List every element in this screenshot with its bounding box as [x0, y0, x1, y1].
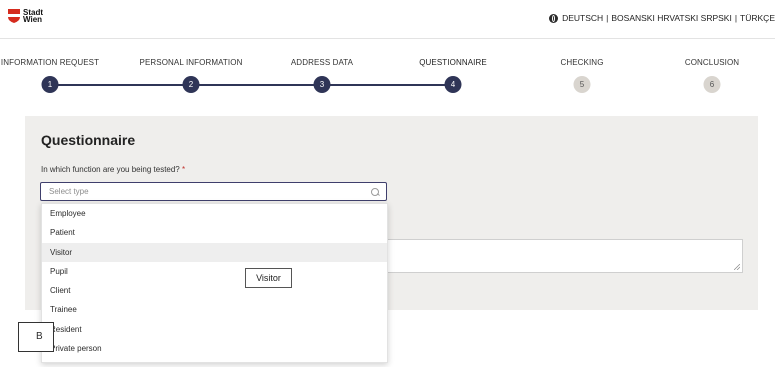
option-patient[interactable]: Patient [42, 223, 387, 242]
language-turkce[interactable]: TÜRKÇE [740, 13, 775, 23]
page-title: Questionnaire [41, 132, 136, 148]
option-employee[interactable]: Employee [42, 204, 387, 223]
step-circle-6: 6 [703, 76, 721, 93]
resize-handle-icon[interactable] [734, 264, 740, 270]
step-label-checking: CHECKING [560, 58, 604, 67]
header: Stadt Wien DEUTSCH | BOSANSKI HRVATSKI S… [0, 0, 775, 39]
step-circle-3[interactable]: 3 [313, 76, 331, 93]
comment-textarea[interactable] [385, 239, 743, 273]
option-pupil[interactable]: Pupil [42, 262, 387, 281]
option-client[interactable]: Client [42, 281, 387, 300]
option-visitor[interactable]: Visitor [42, 242, 387, 262]
stadt-wien-logo[interactable]: Stadt Wien [8, 9, 43, 24]
step-circle-4[interactable]: 4 [444, 76, 462, 93]
step-circle-1[interactable]: 1 [41, 76, 59, 93]
select-placeholder: Select type [49, 187, 89, 196]
step-label-personal-information: PERSONAL INFORMATION [139, 58, 243, 67]
step-connector-line [50, 84, 453, 86]
step-circle-2[interactable]: 2 [182, 76, 200, 93]
back-button[interactable]: B [18, 322, 54, 352]
option-trainee[interactable]: Trainee [42, 300, 387, 319]
step-label-questionnaire: QUESTIONNAIRE [419, 58, 487, 67]
option-private-person[interactable]: Private person [42, 339, 387, 358]
required-marker: * [182, 165, 186, 174]
logo-line-2: Wien [23, 15, 43, 24]
vienna-coat-of-arms-icon [8, 9, 20, 23]
step-label-conclusion: CONCLUSION [684, 58, 740, 67]
step-label-address-data: ADDRESS DATA [290, 58, 354, 67]
language-bosanski[interactable]: BOSANSKI HRVATSKI SRPSKI [611, 13, 731, 23]
step-circle-5: 5 [573, 76, 591, 93]
language-separator: | [606, 13, 609, 23]
function-type-select[interactable]: Select type [40, 182, 387, 201]
step-label-information-request: INFORMATION REQUEST [0, 58, 100, 67]
language-deutsch[interactable]: DEUTSCH [562, 13, 603, 23]
globe-icon [549, 13, 559, 23]
language-separator: | [734, 13, 738, 23]
question-text: In which function are you being tested? [41, 165, 180, 174]
option-resident[interactable]: Resident [42, 320, 387, 339]
function-type-dropdown: Employee Patient Visitor Pupil Client Tr… [41, 203, 388, 363]
language-bar: DEUTSCH | BOSANSKI HRVATSKI SRPSKI | TÜR… [549, 13, 775, 23]
progress-stepper: INFORMATION REQUEST 1 PERSONAL INFORMATI… [0, 52, 775, 94]
question-label: In which function are you being tested? … [41, 165, 185, 174]
hover-tooltip: Visitor [245, 268, 292, 288]
logo-text: Stadt Wien [23, 9, 43, 24]
search-icon [371, 188, 379, 196]
